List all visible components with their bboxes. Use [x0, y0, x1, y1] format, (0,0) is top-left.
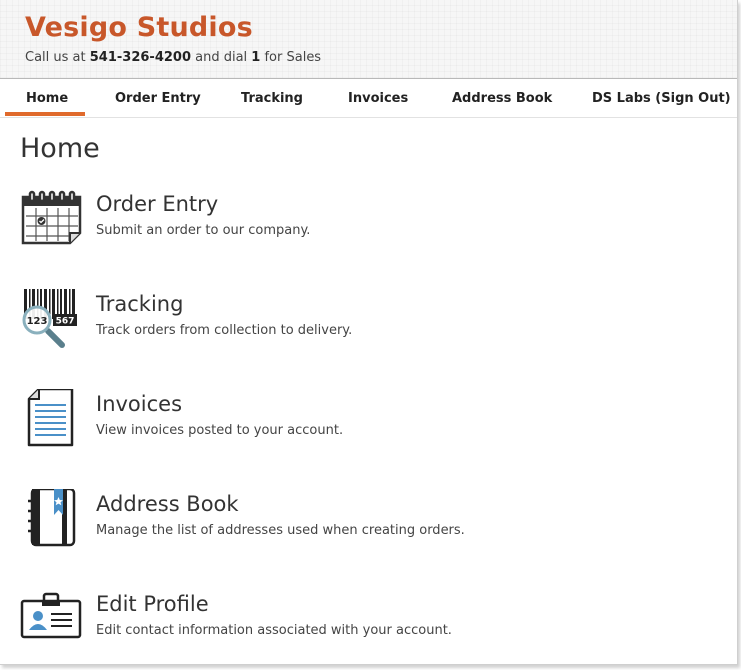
id-card-icon: [20, 589, 84, 655]
barcode-digits-right: 567: [56, 317, 75, 327]
phone-number: 541-326-4200: [89, 50, 191, 65]
dial-number: 1: [251, 50, 261, 65]
company-name[interactable]: Vesigo Studios: [25, 12, 253, 43]
entry-title[interactable]: Edit Profile: [96, 592, 209, 616]
calendar-icon: [20, 189, 84, 255]
entry-title[interactable]: Order Entry: [96, 192, 218, 216]
site-header: Vesigo Studios Call us at 541-326-4200 a…: [0, 0, 737, 79]
entry-order-entry[interactable]: Order Entry Submit an order to our compa…: [20, 189, 720, 259]
entry-address-book[interactable]: Address Book Manage the list of addresse…: [20, 489, 720, 559]
nav-item-invoices[interactable]: Invoices: [348, 91, 408, 106]
barcode-magnifier-icon: 567 123: [20, 289, 84, 355]
barcode-digits-left: 123: [27, 316, 48, 327]
entry-edit-profile[interactable]: Edit Profile Edit contact information as…: [20, 589, 720, 659]
call-us-text: Call us at 541-326-4200 and dial 1 for S…: [25, 50, 322, 65]
main-nav: Home Order Entry Tracking Invoices Addre…: [0, 79, 737, 118]
app-window: Vesigo Studios Call us at 541-326-4200 a…: [0, 0, 738, 665]
active-tab-indicator: [5, 112, 85, 116]
nav-item-address-book[interactable]: Address Book: [452, 91, 552, 106]
entry-invoices[interactable]: Invoices View invoices posted to your ac…: [20, 389, 720, 459]
entry-title[interactable]: Invoices: [96, 392, 182, 416]
document-icon: [20, 389, 84, 455]
entry-tracking[interactable]: 567 123 Tracking Track orders from colle…: [20, 289, 720, 359]
entry-description: Track orders from collection to delivery…: [96, 323, 353, 338]
nav-item-sign-out[interactable]: DS Labs (Sign Out): [592, 91, 731, 106]
nav-item-tracking[interactable]: Tracking: [241, 91, 303, 106]
entry-title[interactable]: Tracking: [96, 292, 183, 316]
entry-title[interactable]: Address Book: [96, 492, 239, 516]
entry-description: Manage the list of addresses used when c…: [96, 523, 465, 538]
nav-item-home[interactable]: Home: [26, 91, 68, 106]
address-book-icon: [20, 489, 84, 555]
nav-item-order-entry[interactable]: Order Entry: [115, 91, 201, 106]
entry-description: Edit contact information associated with…: [96, 623, 452, 638]
page-title: Home: [20, 133, 100, 164]
entry-description: View invoices posted to your account.: [96, 423, 344, 438]
entry-description: Submit an order to our company.: [96, 223, 311, 238]
